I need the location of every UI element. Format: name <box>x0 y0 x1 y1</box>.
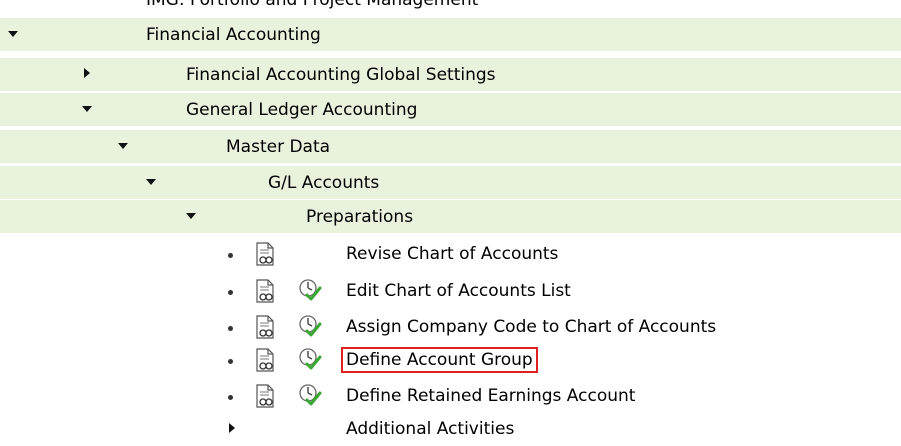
tree-node-label: Financial Accounting <box>146 25 321 45</box>
tree-node-label: IMG: Portfolio and Project Management <box>146 0 479 10</box>
activity-label: Revise Chart of Accounts <box>346 244 559 264</box>
tree-node-additional-activities[interactable]: Additional Activities <box>0 412 901 446</box>
documentation-icon[interactable] <box>254 279 276 303</box>
triangle-down-icon[interactable] <box>185 210 199 224</box>
bullet-icon <box>228 253 233 258</box>
tree-node-label: Master Data <box>226 137 331 157</box>
tree-node-label: G/L Accounts <box>268 173 380 193</box>
img-structure-tree: IMG: Portfolio and Project Management Fi… <box>0 0 901 446</box>
activity-label: Define Retained Earnings Account <box>346 386 636 406</box>
tree-activity-assign-company-code[interactable]: Assign Company Code to Chart of Accounts <box>0 311 901 345</box>
tree-node-master-data[interactable]: Master Data <box>0 130 901 164</box>
bullet-icon <box>228 326 233 331</box>
tree-node-preparations[interactable]: Preparations <box>0 200 901 234</box>
execute-activity-icon[interactable] <box>298 383 322 407</box>
activity-label: Assign Company Code to Chart of Accounts <box>346 317 717 337</box>
tree-node-fa-global-settings[interactable]: Financial Accounting Global Settings <box>0 58 901 92</box>
triangle-down-icon[interactable] <box>117 140 131 154</box>
execute-activity-icon[interactable] <box>298 278 322 302</box>
execute-activity-icon[interactable] <box>298 314 322 338</box>
documentation-icon[interactable] <box>254 384 276 408</box>
documentation-icon[interactable] <box>254 242 276 266</box>
tree-node-label: Additional Activities <box>346 419 515 439</box>
tree-activity-revise-chart-of-accounts[interactable]: Revise Chart of Accounts <box>0 238 901 272</box>
execute-activity-icon[interactable] <box>298 347 322 371</box>
activity-label: Edit Chart of Accounts List <box>346 281 571 301</box>
triangle-down-icon[interactable] <box>81 103 95 117</box>
triangle-down-icon[interactable] <box>145 176 159 190</box>
tree-activity-define-retained-earnings[interactable]: Define Retained Earnings Account <box>0 380 901 414</box>
triangle-down-icon[interactable] <box>7 28 21 42</box>
bullet-icon <box>228 395 233 400</box>
tree-node-label: Financial Accounting Global Settings <box>186 65 496 85</box>
tree-activity-edit-chart-of-accounts-list[interactable]: Edit Chart of Accounts List <box>0 275 901 309</box>
tree-node-financial-accounting[interactable]: Financial Accounting <box>0 18 901 52</box>
tree-node-partial[interactable]: IMG: Portfolio and Project Management <box>0 0 901 12</box>
bullet-icon <box>228 359 233 364</box>
tree-node-general-ledger[interactable]: General Ledger Accounting <box>0 93 901 127</box>
triangle-right-icon[interactable] <box>81 67 95 81</box>
activity-label-selected: Define Account Group <box>341 347 538 373</box>
bullet-icon <box>228 290 233 295</box>
tree-node-gl-accounts[interactable]: G/L Accounts <box>0 166 901 200</box>
documentation-icon[interactable] <box>254 315 276 339</box>
tree-activity-define-account-group[interactable]: Define Account Group <box>0 344 901 378</box>
tree-node-label: Preparations <box>306 207 414 227</box>
documentation-icon[interactable] <box>254 348 276 372</box>
tree-node-label: General Ledger Accounting <box>186 100 418 120</box>
triangle-right-icon[interactable] <box>226 422 240 436</box>
